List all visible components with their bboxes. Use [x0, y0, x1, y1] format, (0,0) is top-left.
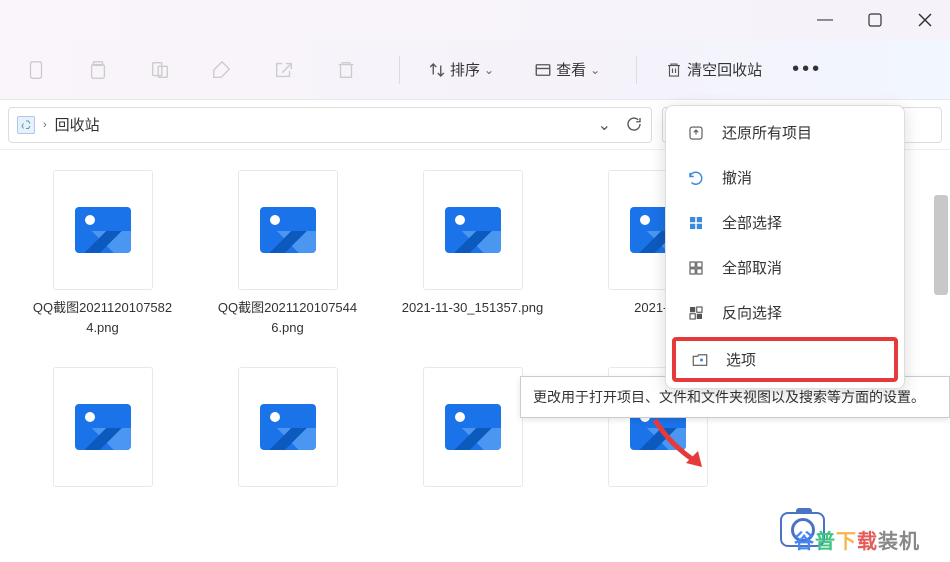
minimize-button[interactable]: — [800, 0, 850, 40]
menu-options[interactable]: 选项 [672, 337, 898, 382]
recycle-bin-icon [17, 116, 35, 134]
more-button[interactable]: ••• [782, 58, 832, 81]
menu-label: 全部取消 [722, 257, 782, 278]
delete-button[interactable] [325, 49, 367, 91]
tooltip-text: 更改用于打开项目、文件和文件夹视图以及搜索等方面的设置。 [533, 389, 925, 405]
view-label: 查看 [556, 59, 586, 80]
select-none-icon [686, 258, 706, 278]
refresh-icon[interactable] [625, 115, 643, 133]
rename-icon [211, 59, 233, 81]
menu-restore-all[interactable]: 还原所有项目 [666, 110, 904, 155]
window-titlebar: — [0, 0, 950, 40]
watermark: 谷普下载装机 [794, 525, 920, 554]
file-item[interactable]: 2021-11-30_151357.png [400, 170, 545, 337]
menu-invert-selection[interactable]: 反向选择 [666, 290, 904, 335]
empty-label: 清空回收站 [687, 59, 762, 80]
file-thumbnail-image [53, 367, 153, 487]
close-icon [918, 13, 932, 27]
share-icon [273, 59, 295, 81]
file-item[interactable]: QQ截图20211201075446.png [215, 170, 360, 337]
chevron-right-icon: › [41, 119, 49, 131]
cut-icon [25, 59, 47, 81]
toolbar-separator [399, 56, 400, 84]
rename-button[interactable] [201, 49, 243, 91]
chevron-down-icon[interactable]: ⌄ [598, 115, 611, 135]
file-item[interactable] [30, 367, 175, 487]
view-button[interactable]: 查看 ⌄ [518, 51, 616, 88]
address-text: 回收站 [55, 114, 100, 135]
menu-label: 选项 [726, 349, 756, 370]
chevron-down-icon: ⌄ [590, 63, 600, 77]
share-button[interactable] [263, 49, 305, 91]
menu-label: 撤消 [722, 167, 752, 188]
annotation-arrow [650, 415, 720, 475]
copy-button[interactable] [77, 49, 119, 91]
file-thumbnail-image [423, 170, 523, 290]
sort-label: 排序 [450, 59, 480, 80]
maximize-icon [868, 13, 882, 27]
paste-icon [149, 59, 171, 81]
file-item[interactable] [215, 367, 360, 487]
empty-recycle-button[interactable]: 清空回收站 [649, 51, 774, 88]
file-thumbnail-image [423, 367, 523, 487]
invert-icon [686, 303, 706, 323]
address-bar[interactable]: › 回收站 ⌄ [8, 107, 652, 143]
trash-icon [665, 61, 683, 79]
view-icon [534, 61, 552, 79]
file-thumbnail-image [53, 170, 153, 290]
file-item[interactable]: QQ截图20211201075824.png [30, 170, 175, 337]
menu-select-none[interactable]: 全部取消 [666, 245, 904, 290]
file-thumbnail-image [238, 367, 338, 487]
trash-icon [335, 59, 357, 81]
menu-undo[interactable]: 撤消 [666, 155, 904, 200]
maximize-button[interactable] [850, 0, 900, 40]
select-all-icon [686, 213, 706, 233]
cut-button[interactable] [15, 49, 57, 91]
toolbar-separator [636, 56, 637, 84]
file-name: QQ截图20211201075824.png [30, 298, 175, 337]
paste-button[interactable] [139, 49, 181, 91]
menu-label: 反向选择 [722, 302, 782, 323]
toolbar: 排序 ⌄ 查看 ⌄ 清空回收站 ••• [0, 40, 950, 100]
sort-icon [428, 61, 446, 79]
sort-button[interactable]: 排序 ⌄ [412, 51, 510, 88]
close-button[interactable] [900, 0, 950, 40]
file-thumbnail-image [238, 170, 338, 290]
options-icon [690, 350, 710, 370]
restore-icon [686, 123, 706, 143]
chevron-down-icon: ⌄ [484, 63, 494, 77]
context-menu: 还原所有项目 撤消 全部选择 全部取消 反向选择 选项 [665, 105, 905, 389]
menu-select-all[interactable]: 全部选择 [666, 200, 904, 245]
copy-icon [87, 59, 109, 81]
menu-label: 还原所有项目 [722, 122, 812, 143]
more-icon: ••• [792, 58, 822, 80]
file-name: 2021-11-30_151357.png [402, 298, 543, 318]
scrollbar-thumb[interactable] [934, 195, 948, 295]
undo-icon [686, 168, 706, 188]
menu-label: 全部选择 [722, 212, 782, 233]
file-name: QQ截图20211201075446.png [215, 298, 360, 337]
